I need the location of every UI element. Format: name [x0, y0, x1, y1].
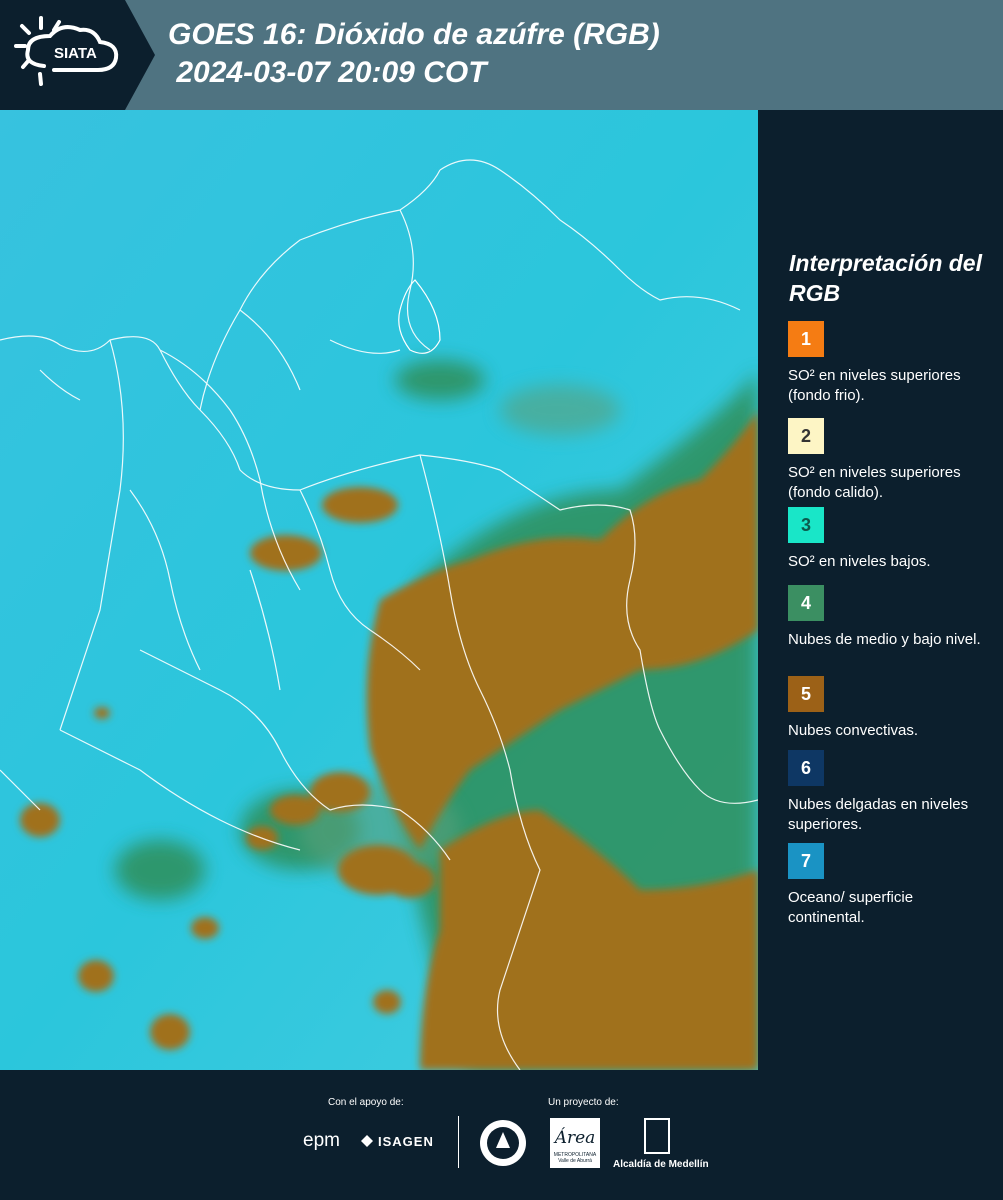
isagen-icon: [361, 1135, 373, 1147]
medellin-seal-icon: [480, 1120, 526, 1166]
legend-swatch: 3: [788, 507, 824, 543]
legend-item-text: SO² en niveles superiores (fondo frio).: [788, 367, 961, 404]
legend-item-2: 2 SO² en niveles superiores (fondo calid…: [788, 418, 988, 503]
legend-item-text: Nubes delgadas en niveles superiores.: [788, 796, 969, 833]
page-title: GOES 16: Dióxido de azúfre (RGB) 2024-03…: [168, 18, 660, 89]
header-bar: SIATA GOES 16: Dióxido de azúfre (RGB) 2…: [0, 0, 1003, 110]
legend-swatch: 1: [788, 321, 824, 357]
epm-logo: epm: [303, 1130, 340, 1151]
amva-logo: Área METROPOLITANA Valle de Aburrá: [550, 1118, 600, 1168]
legend-item-text: Nubes convectivas.: [788, 722, 919, 739]
satellite-map: [0, 110, 758, 1070]
legend-panel: Interpretación del RGB 1 SO² en niveles …: [758, 110, 1003, 1070]
logo-text: SIATA: [54, 45, 97, 62]
isagen-logo: ISAGEN: [378, 1134, 434, 1149]
legend-swatch: 6: [788, 750, 824, 786]
legend-item-5: 5 Nubes convectivas.: [788, 676, 988, 741]
legend-item-1: 1 SO² en niveles superiores (fondo frio)…: [788, 321, 988, 406]
support-label: Con el apoyo de:: [328, 1097, 404, 1108]
legend-swatch: 5: [788, 676, 824, 712]
legend-item-text: Oceano/ superficie continental.: [788, 889, 914, 926]
footer: Con el apoyo de: Un proyecto de: epm ISA…: [0, 1070, 1003, 1200]
siata-logo: SIATA: [0, 0, 155, 110]
legend-item-4: 4 Nubes de medio y bajo nivel.: [788, 585, 988, 650]
legend-title: Interpretación del RGB: [789, 250, 982, 306]
legend-swatch: 4: [788, 585, 824, 621]
legend-item-text: Nubes de medio y bajo nivel.: [788, 631, 981, 648]
legend-item-6: 6 Nubes delgadas en niveles superiores.: [788, 750, 988, 835]
project-label: Un proyecto de:: [548, 1097, 619, 1108]
legend-item-text: SO² en niveles bajos.: [788, 553, 931, 570]
legend-item-7: 7 Oceano/ superficie continental.: [788, 843, 988, 928]
legend-swatch: 7: [788, 843, 824, 879]
alcaldia-logo: Alcaldía de Medellín: [613, 1159, 709, 1170]
footer-divider: [458, 1116, 459, 1168]
amva-text: Área: [554, 1128, 596, 1148]
legend-swatch: 2: [788, 418, 824, 454]
amva-subtext: METROPOLITANA Valle de Aburrá: [553, 1152, 597, 1164]
legend-item-text: SO² en niveles superiores (fondo calido)…: [788, 464, 961, 501]
alcaldia-shield-icon: [644, 1118, 670, 1154]
legend-item-3: 3 SO² en niveles bajos.: [788, 507, 988, 572]
